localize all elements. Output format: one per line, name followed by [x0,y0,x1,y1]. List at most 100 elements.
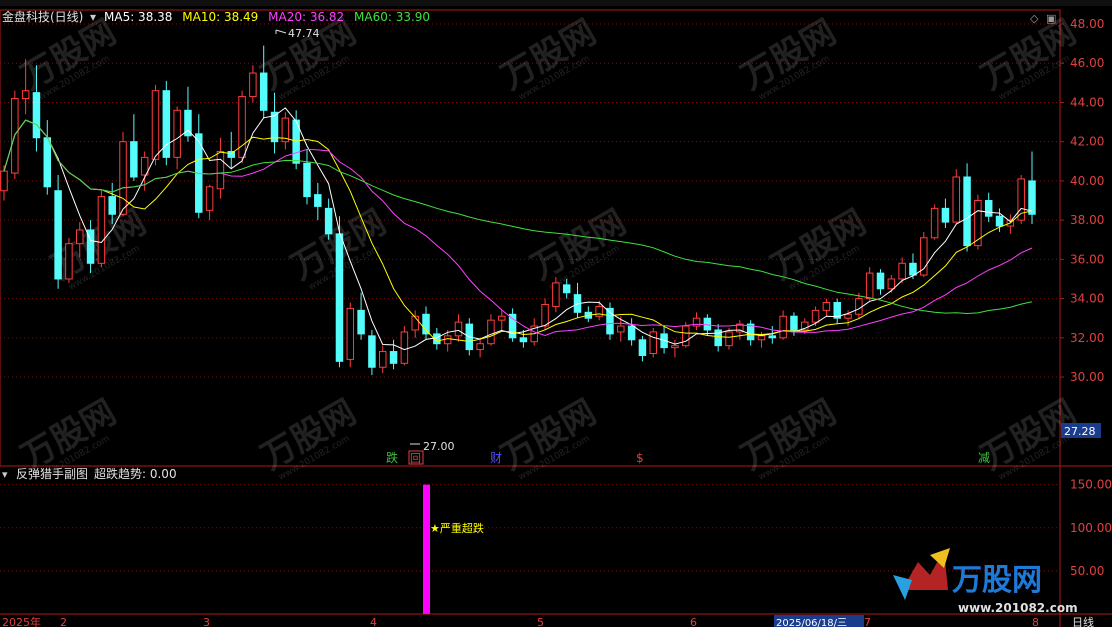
candle-body [346,307,355,360]
candle-body [898,262,906,280]
candle-body [757,335,766,341]
watermark-stamp: 万股网www.201082.com [765,202,873,293]
candle-body [97,196,106,264]
event-finance-marker[interactable]: 财 [490,451,502,465]
candle-body [357,309,365,335]
candle-body [378,351,387,368]
candle-body [303,162,311,198]
y-tick-label: 38.00 [1070,213,1104,227]
period-label: 日线 [1072,615,1094,627]
candle-body [216,150,225,190]
candle-body [671,345,679,349]
candle-body [703,317,712,331]
candle-body [368,335,376,368]
candle-body [238,96,246,158]
ma5-label: MA5: 38.38 [104,10,172,24]
candle-body [855,298,863,315]
y-tick-label: 40.00 [1070,174,1104,188]
sub-indicator-value: 超跌趋势: 0.00 [94,466,177,481]
candle-body [963,176,971,247]
crosshair-date: 2025/06/18/三 [776,618,847,627]
candle-body [638,339,647,356]
candle-body [876,272,885,290]
candle-body [400,331,409,364]
candle-body [422,313,430,335]
y-tick-label: 32.00 [1070,331,1104,345]
candle-body [541,303,549,327]
candle-body [811,309,820,323]
y-tick-label: 34.00 [1070,292,1104,306]
price-axis-ticks: 48.00 46.00 44.00 42.00 40.00 38.00 36.00 34.00… [1060,17,1104,384]
x-label-jun: 6 [690,616,697,627]
candle-body [1028,180,1036,215]
watermark-stamp: 万股网www.201082.com [15,12,123,103]
candle-body [65,243,73,280]
candle-body [173,109,181,158]
candle-body [952,176,960,223]
candle-body [790,315,798,331]
y-tick-label: 46.00 [1070,56,1104,70]
candle-body [119,141,127,215]
brand-name: 万股网 [952,563,1042,598]
brand-url: www.201082.com [958,601,1078,615]
y-tick-label: 48.00 [1070,17,1104,31]
candle-body [487,319,495,345]
candle-body [389,351,398,364]
candle-body [249,72,257,98]
candle-body [768,335,777,339]
candle-body [995,215,1004,227]
brand-logo: 万股网 www.201082.com [893,548,1078,615]
x-label-aug: 8 [1032,616,1039,627]
legend-toggle-icon[interactable]: ▾ [90,10,96,24]
x-label-mar: 3 [203,616,210,627]
x-label-jul: 7 [864,616,871,627]
sub-y-tick-label: 100.00 [1070,521,1112,535]
candle-body [21,90,30,100]
candle-body [0,170,8,192]
candle-body [519,337,528,343]
candle-body [108,196,116,215]
candle-body [32,92,41,139]
watermark-stamp: 万股网www.201082.com [525,202,633,293]
candle-body [627,325,636,341]
lock-icon[interactable]: ▣ [1046,12,1056,25]
event-drop-marker[interactable]: 跌 [386,450,398,465]
event-rebound-marker[interactable]: 回 [410,452,421,465]
watermark-stamp: 万股网www.201082.com [735,392,843,483]
y-tick-label: 30.00 [1070,370,1104,384]
candle-body [43,137,52,188]
watermark-stamp: 万股网www.201082.com [975,392,1083,483]
candle-body [941,207,950,223]
event-reduce-marker[interactable]: 减 [978,451,990,465]
candle-body [411,315,419,331]
candle-body [443,335,452,345]
x-axis-labels: 2025年 2 3 4 5 6 2025/06/18/三 7 8 日线 [2,615,1094,627]
oversold-bar[interactable] [423,484,430,614]
low-price-label: 27.00 [423,440,455,453]
candle-body [205,186,214,211]
sub-toggle-icon[interactable]: ▾ [2,468,8,481]
candle-body [649,331,658,355]
x-label-may: 5 [537,616,544,627]
x-label-feb: 2 [60,616,67,627]
event-marker-row[interactable]: 跌 回 财 $ 减 [386,450,990,465]
ma-legend: MA5: 38.38 MA10: 38.49 MA20: 36.82 MA60:… [104,10,430,24]
candle-body [909,262,917,276]
candle-body [335,233,344,362]
candle-body [930,207,939,239]
candle-body [498,315,506,321]
watermark-stamp: 万股网www.201082.com [255,392,363,483]
candle-body [984,200,993,217]
event-dividend-marker[interactable]: $ [636,451,644,465]
candle-body [974,200,982,247]
sub-y-tick-label: 50.00 [1070,564,1104,578]
price-marker-label: 27.28 [1064,425,1096,438]
chart-canvas[interactable]: 万股网www.201082.com 万股网www.201082.com 万股网www… [0,0,1112,627]
candle-body [476,343,484,351]
sub-grid [0,484,1060,572]
candle-body [259,72,268,111]
candle-body [76,229,84,245]
diamond-icon[interactable]: ◇ [1030,12,1039,25]
sub-axis-ticks: 150.00 100.00 50.00 [1070,478,1112,578]
candle-body [681,325,690,347]
